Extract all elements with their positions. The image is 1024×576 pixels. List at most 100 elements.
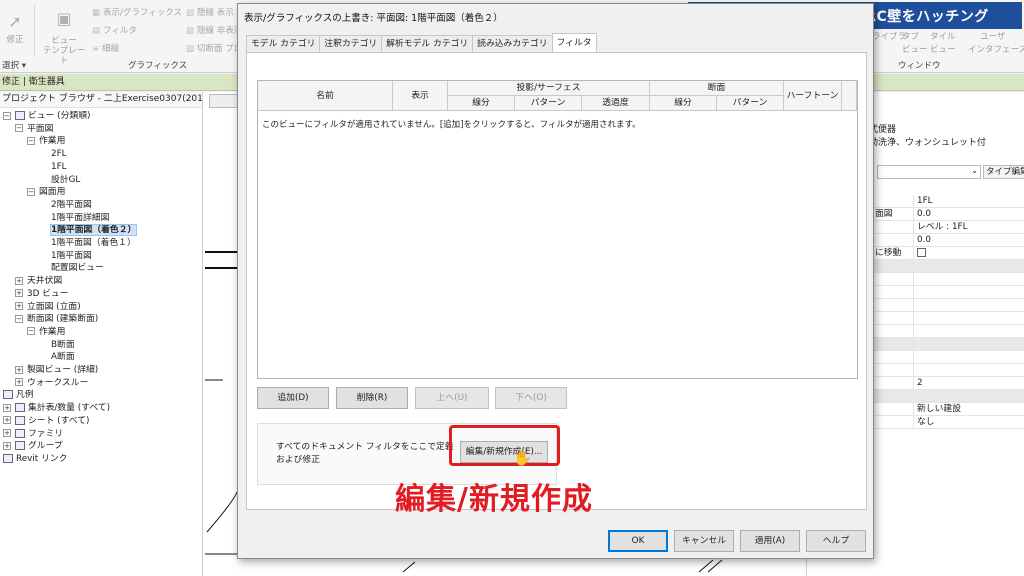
cancel-button[interactable]: キャンセル: [674, 530, 734, 552]
dialog-tab[interactable]: モデル カテゴリ: [246, 35, 321, 52]
tree-item[interactable]: − 作業用: [27, 135, 65, 148]
expand-icon[interactable]: +: [3, 429, 11, 437]
property-value[interactable]: [913, 273, 1024, 285]
empty-filter-message: このビューにフィルタが適用されていません。[追加]をクリックすると、フィルタが適…: [262, 120, 641, 130]
tree-item[interactable]: − ビュー (分類順): [3, 110, 90, 123]
property-value[interactable]: [913, 390, 1024, 402]
property-value[interactable]: [913, 338, 1024, 350]
type-selector[interactable]: ⌄: [877, 165, 981, 179]
expand-icon[interactable]: +: [3, 416, 11, 425]
expand-icon[interactable]: +: [15, 365, 23, 374]
move-up-button[interactable]: 上へ(U): [415, 387, 489, 409]
property-value[interactable]: 2: [913, 377, 1024, 389]
switch-windows-button[interactable]: ライブラ: [872, 30, 906, 42]
property-row: [873, 351, 1024, 364]
property-value[interactable]: [913, 364, 1024, 376]
view-template-button[interactable]: ▣ ビュー テンプレート: [40, 4, 88, 67]
tree-item[interactable]: 2階平面図: [51, 199, 92, 212]
property-value[interactable]: [913, 299, 1024, 311]
property-name: [873, 286, 913, 298]
expand-icon[interactable]: +: [15, 378, 23, 387]
show-hidden-button[interactable]: ▧ 隠線 表示: [186, 6, 234, 18]
dialog-tab[interactable]: 注釈カテゴリ: [319, 35, 383, 52]
expand-icon[interactable]: +: [15, 302, 23, 310]
tree-item[interactable]: + グループ: [3, 440, 63, 453]
property-value[interactable]: 新しい建設: [913, 403, 1024, 415]
tree-item[interactable]: 1階平面図（着色１）: [51, 237, 136, 250]
tree-item[interactable]: 1階平面詳細図: [51, 212, 109, 225]
property-value[interactable]: 0.0: [913, 208, 1024, 220]
add-filter-button[interactable]: 追加(D): [257, 387, 329, 409]
col-halftone: ハーフトーン: [784, 81, 842, 111]
tree-item[interactable]: A断面: [51, 351, 75, 364]
tree-item[interactable]: Revit リンク: [3, 453, 67, 466]
dialog-tab[interactable]: 読み込みカテゴリ: [472, 35, 553, 52]
tree-item[interactable]: B断面: [51, 339, 75, 352]
property-value[interactable]: [913, 351, 1024, 363]
edit-type-button[interactable]: タイプ編集: [983, 165, 1024, 179]
expand-icon[interactable]: +: [15, 276, 23, 285]
tree-item[interactable]: + ファミリ: [3, 428, 63, 441]
tab-views-button[interactable]: タブ: [902, 30, 919, 42]
property-value[interactable]: [913, 247, 1024, 259]
expand-icon[interactable]: +: [3, 403, 11, 412]
browser-node-icon: [15, 428, 25, 438]
tree-item-label: 平面図: [27, 123, 54, 134]
remove-filter-button[interactable]: 削除(R): [336, 387, 408, 409]
tree-item[interactable]: 凡例: [3, 389, 34, 402]
property-value[interactable]: 0.0: [913, 234, 1024, 246]
collapse-icon[interactable]: −: [15, 124, 23, 133]
expand-icon[interactable]: +: [15, 289, 23, 298]
tree-item[interactable]: +3D ビュー: [15, 288, 69, 301]
property-value[interactable]: [913, 312, 1024, 324]
move-down-button[interactable]: 下へ(O): [495, 387, 567, 409]
property-value[interactable]: レベル : 1FL: [913, 221, 1024, 233]
collapse-icon[interactable]: −: [27, 187, 35, 196]
property-value[interactable]: [913, 286, 1024, 298]
property-value[interactable]: なし: [913, 416, 1024, 428]
visibility-graphics-button[interactable]: ▦ 表示/グラフィックス: [92, 6, 182, 18]
property-value[interactable]: 1FL: [913, 195, 1024, 207]
help-button[interactable]: ヘルプ: [806, 530, 866, 552]
filters-button[interactable]: ▤ フィルタ: [92, 24, 137, 36]
tree-item[interactable]: 1階平面図（着色２）: [49, 224, 138, 237]
property-value[interactable]: [913, 325, 1024, 337]
tree-item[interactable]: − 図面用: [27, 186, 65, 199]
collapse-icon[interactable]: −: [27, 136, 35, 145]
property-row: 0.0: [873, 234, 1024, 247]
collapse-icon[interactable]: −: [15, 314, 23, 323]
remove-hidden-button[interactable]: ▧ 隠線 非表示: [186, 24, 242, 36]
tree-item[interactable]: + 製図ビュー (詳細): [15, 364, 98, 377]
tree-item[interactable]: − 作業用: [27, 326, 65, 339]
tree-item[interactable]: + 天井伏図: [15, 275, 62, 288]
tree-item[interactable]: + 集計表/数量 (すべて): [3, 402, 110, 415]
tree-item[interactable]: 1FL: [51, 161, 67, 174]
property-checkbox[interactable]: [917, 248, 926, 257]
tree-item[interactable]: − 断面図 (建築断面): [15, 313, 98, 326]
apply-button[interactable]: 適用(A): [740, 530, 800, 552]
collapse-icon[interactable]: −: [3, 111, 11, 120]
tree-item[interactable]: 配置図ビュー: [51, 262, 104, 275]
dialog-tab[interactable]: 解析モデル カテゴリ: [381, 35, 474, 52]
cut-profile-button[interactable]: ▨ 切断面 プロ: [186, 42, 242, 54]
ok-button[interactable]: OK: [608, 530, 668, 552]
ribbon-right: ライブラ タブ タイル ユーザ ビュー ビュー インタフェース ウィンドウ: [868, 30, 1024, 73]
tree-item-label: 1階平面図: [51, 250, 92, 261]
tree-item[interactable]: + シート (すべて): [3, 415, 89, 428]
tree-item[interactable]: 1階平面図: [51, 250, 92, 263]
tree-item[interactable]: − 平面図: [15, 123, 53, 136]
expand-icon[interactable]: +: [3, 441, 11, 450]
modify-button[interactable]: ➚ 修正: [2, 12, 28, 45]
user-interface-button[interactable]: ユーザ: [980, 30, 1005, 42]
collapse-icon[interactable]: −: [27, 327, 35, 336]
tree-item[interactable]: 設計GL: [51, 174, 80, 187]
thin-lines-button[interactable]: ≡ 細線: [92, 42, 119, 54]
dialog-tab[interactable]: フィルタ: [551, 33, 597, 52]
tree-item[interactable]: + ウォークスルー: [15, 377, 88, 390]
tile-views-button[interactable]: タイル: [930, 30, 956, 42]
property-row: [873, 325, 1024, 338]
tree-item[interactable]: + 立面図 (立面): [15, 301, 81, 314]
panel-select[interactable]: 選択 ▾: [2, 59, 26, 71]
tree-item[interactable]: 2FL: [51, 148, 67, 161]
property-value[interactable]: [913, 260, 1024, 272]
